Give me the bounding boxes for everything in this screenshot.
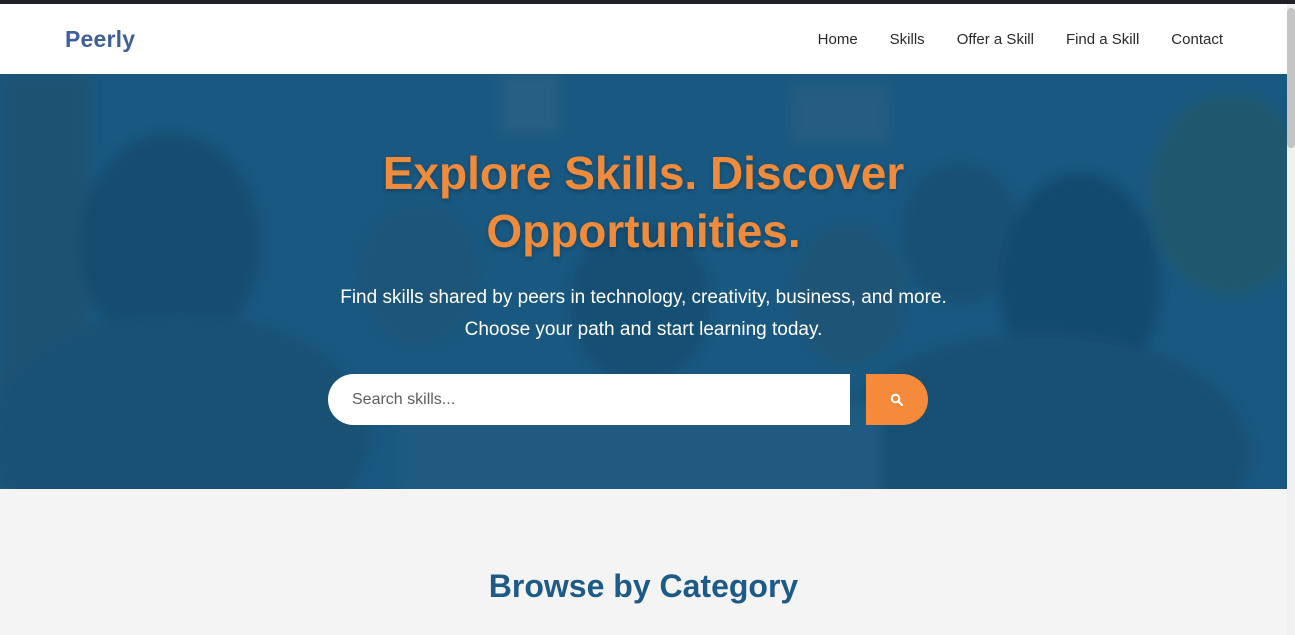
hero-section: Explore Skills. Discover Opportunities. … [0, 74, 1287, 489]
nav-links: Home Skills Offer a Skill Find a Skill C… [818, 31, 1223, 48]
hero-title: Explore Skills. Discover Opportunities. [0, 144, 1287, 260]
navbar: Peerly Home Skills Offer a Skill Find a … [0, 4, 1287, 74]
search-input[interactable] [328, 374, 850, 425]
search-bar [328, 374, 928, 425]
scrollbar-thumb[interactable] [1287, 8, 1295, 148]
hero-subtitle: Find skills shared by peers in technolog… [0, 282, 1287, 346]
page-scrollbar[interactable] [1287, 4, 1295, 635]
search-button[interactable] [866, 374, 928, 425]
nav-link-contact[interactable]: Contact [1171, 31, 1223, 48]
hero-title-line-2: Opportunities. [486, 205, 801, 257]
nav-link-find-skill[interactable]: Find a Skill [1066, 31, 1139, 48]
hero-subtitle-line-1: Find skills shared by peers in technolog… [340, 287, 947, 308]
browse-category-title: Browse by Category [488, 568, 799, 604]
nav-link-home[interactable]: Home [818, 31, 858, 48]
hero-content: Explore Skills. Discover Opportunities. … [0, 74, 1287, 489]
nav-link-skills[interactable]: Skills [890, 31, 925, 48]
hero-title-line-1: Explore Skills. Discover [382, 147, 905, 199]
logo[interactable]: Peerly [65, 26, 135, 53]
search-icon [890, 393, 904, 406]
nav-link-offer-skill[interactable]: Offer a Skill [957, 31, 1034, 48]
hero-subtitle-line-2: Choose your path and start learning toda… [464, 319, 823, 340]
